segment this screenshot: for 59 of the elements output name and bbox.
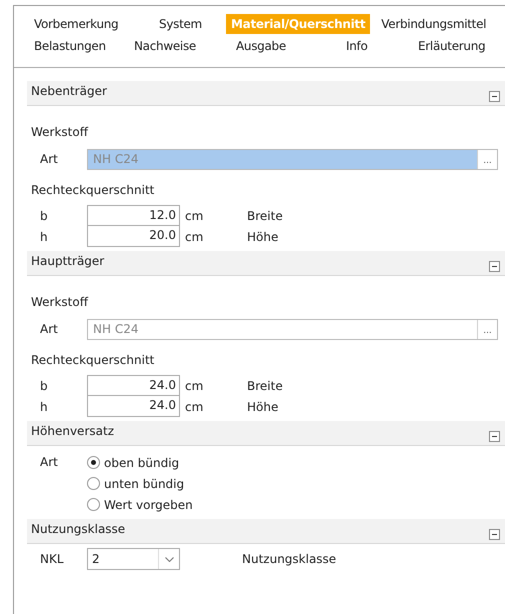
- description-label: Breite: [247, 378, 283, 392]
- chevron-icon: [164, 556, 174, 562]
- description-label: Höhe: [247, 400, 278, 414]
- section-title: Höhenversatz: [31, 424, 114, 438]
- field-label: Art: [39, 152, 59, 166]
- group-label: Werkstoff: [31, 294, 90, 311]
- unit-label: cm: [184, 378, 204, 392]
- field-value: NH C24: [92, 150, 140, 168]
- field-label: Art: [39, 322, 59, 336]
- tab[interactable]: Ausgabe: [231, 36, 341, 56]
- group-label: Rechteckquerschnitt: [31, 352, 156, 369]
- collapse-icon[interactable]: [489, 91, 500, 102]
- browse-button[interactable]: ...: [477, 150, 497, 168]
- number-field[interactable]: 12.0: [87, 205, 180, 226]
- section-header[interactable]: Nutzungsklasse: [27, 519, 505, 544]
- tab[interactable]: System: [154, 14, 226, 34]
- section-header[interactable]: Nebenträger: [27, 81, 505, 106]
- tab[interactable]: Erläuterung: [413, 36, 490, 56]
- option-label: unten bündig: [104, 476, 184, 490]
- tab[interactable]: Verbindungsmittel: [376, 14, 492, 34]
- radio-button[interactable]: [87, 498, 100, 511]
- description-label: Höhe: [247, 230, 278, 244]
- collapse-icon[interactable]: [489, 431, 500, 442]
- dropdown[interactable]: 2: [87, 548, 180, 570]
- unit-label: cm: [184, 208, 204, 222]
- group-label: Rechteckquerschnitt: [31, 182, 156, 199]
- number-field[interactable]: 20.0: [87, 226, 180, 247]
- section-title: Nebenträger: [31, 84, 107, 98]
- unit-label: cm: [184, 400, 204, 414]
- dropdown-value: 2: [91, 551, 101, 568]
- field-label: h: [39, 230, 49, 244]
- description-label: Nutzungsklasse: [242, 552, 336, 566]
- section-header[interactable]: Höhenversatz: [27, 421, 505, 446]
- field-label: b: [39, 208, 49, 222]
- material-field[interactable]: NH C24 ...: [87, 318, 498, 340]
- tab[interactable]: Vorbemerkung: [34, 14, 154, 34]
- number-field[interactable]: 24.0: [87, 396, 180, 417]
- field-label: b: [39, 378, 49, 392]
- material-field[interactable]: NH C24 ...: [87, 148, 498, 170]
- option-label: Wert vorgeben: [104, 498, 193, 512]
- field-value: NH C24: [92, 320, 140, 338]
- collapse-icon[interactable]: [489, 529, 500, 540]
- section-title: Nutzungsklasse: [31, 522, 126, 536]
- description-label: Breite: [247, 208, 283, 222]
- tab[interactable]: Info: [341, 36, 413, 56]
- radio-button[interactable]: [87, 477, 100, 490]
- section-title: Hauptträger: [31, 254, 104, 268]
- radio-button[interactable]: [87, 456, 100, 469]
- field-label: Art: [39, 454, 59, 471]
- tab[interactable]: Nachweise: [129, 36, 231, 56]
- collapse-icon[interactable]: [489, 261, 500, 272]
- unit-label: cm: [184, 230, 204, 244]
- field-label: h: [39, 400, 49, 414]
- number-field[interactable]: 24.0: [87, 375, 180, 396]
- tab[interactable]: Belastungen: [34, 36, 129, 56]
- group-label: Werkstoff: [31, 124, 90, 141]
- section-header[interactable]: Hauptträger: [27, 251, 505, 276]
- field-label: NKL: [39, 552, 65, 566]
- option-label: oben bündig: [104, 456, 180, 470]
